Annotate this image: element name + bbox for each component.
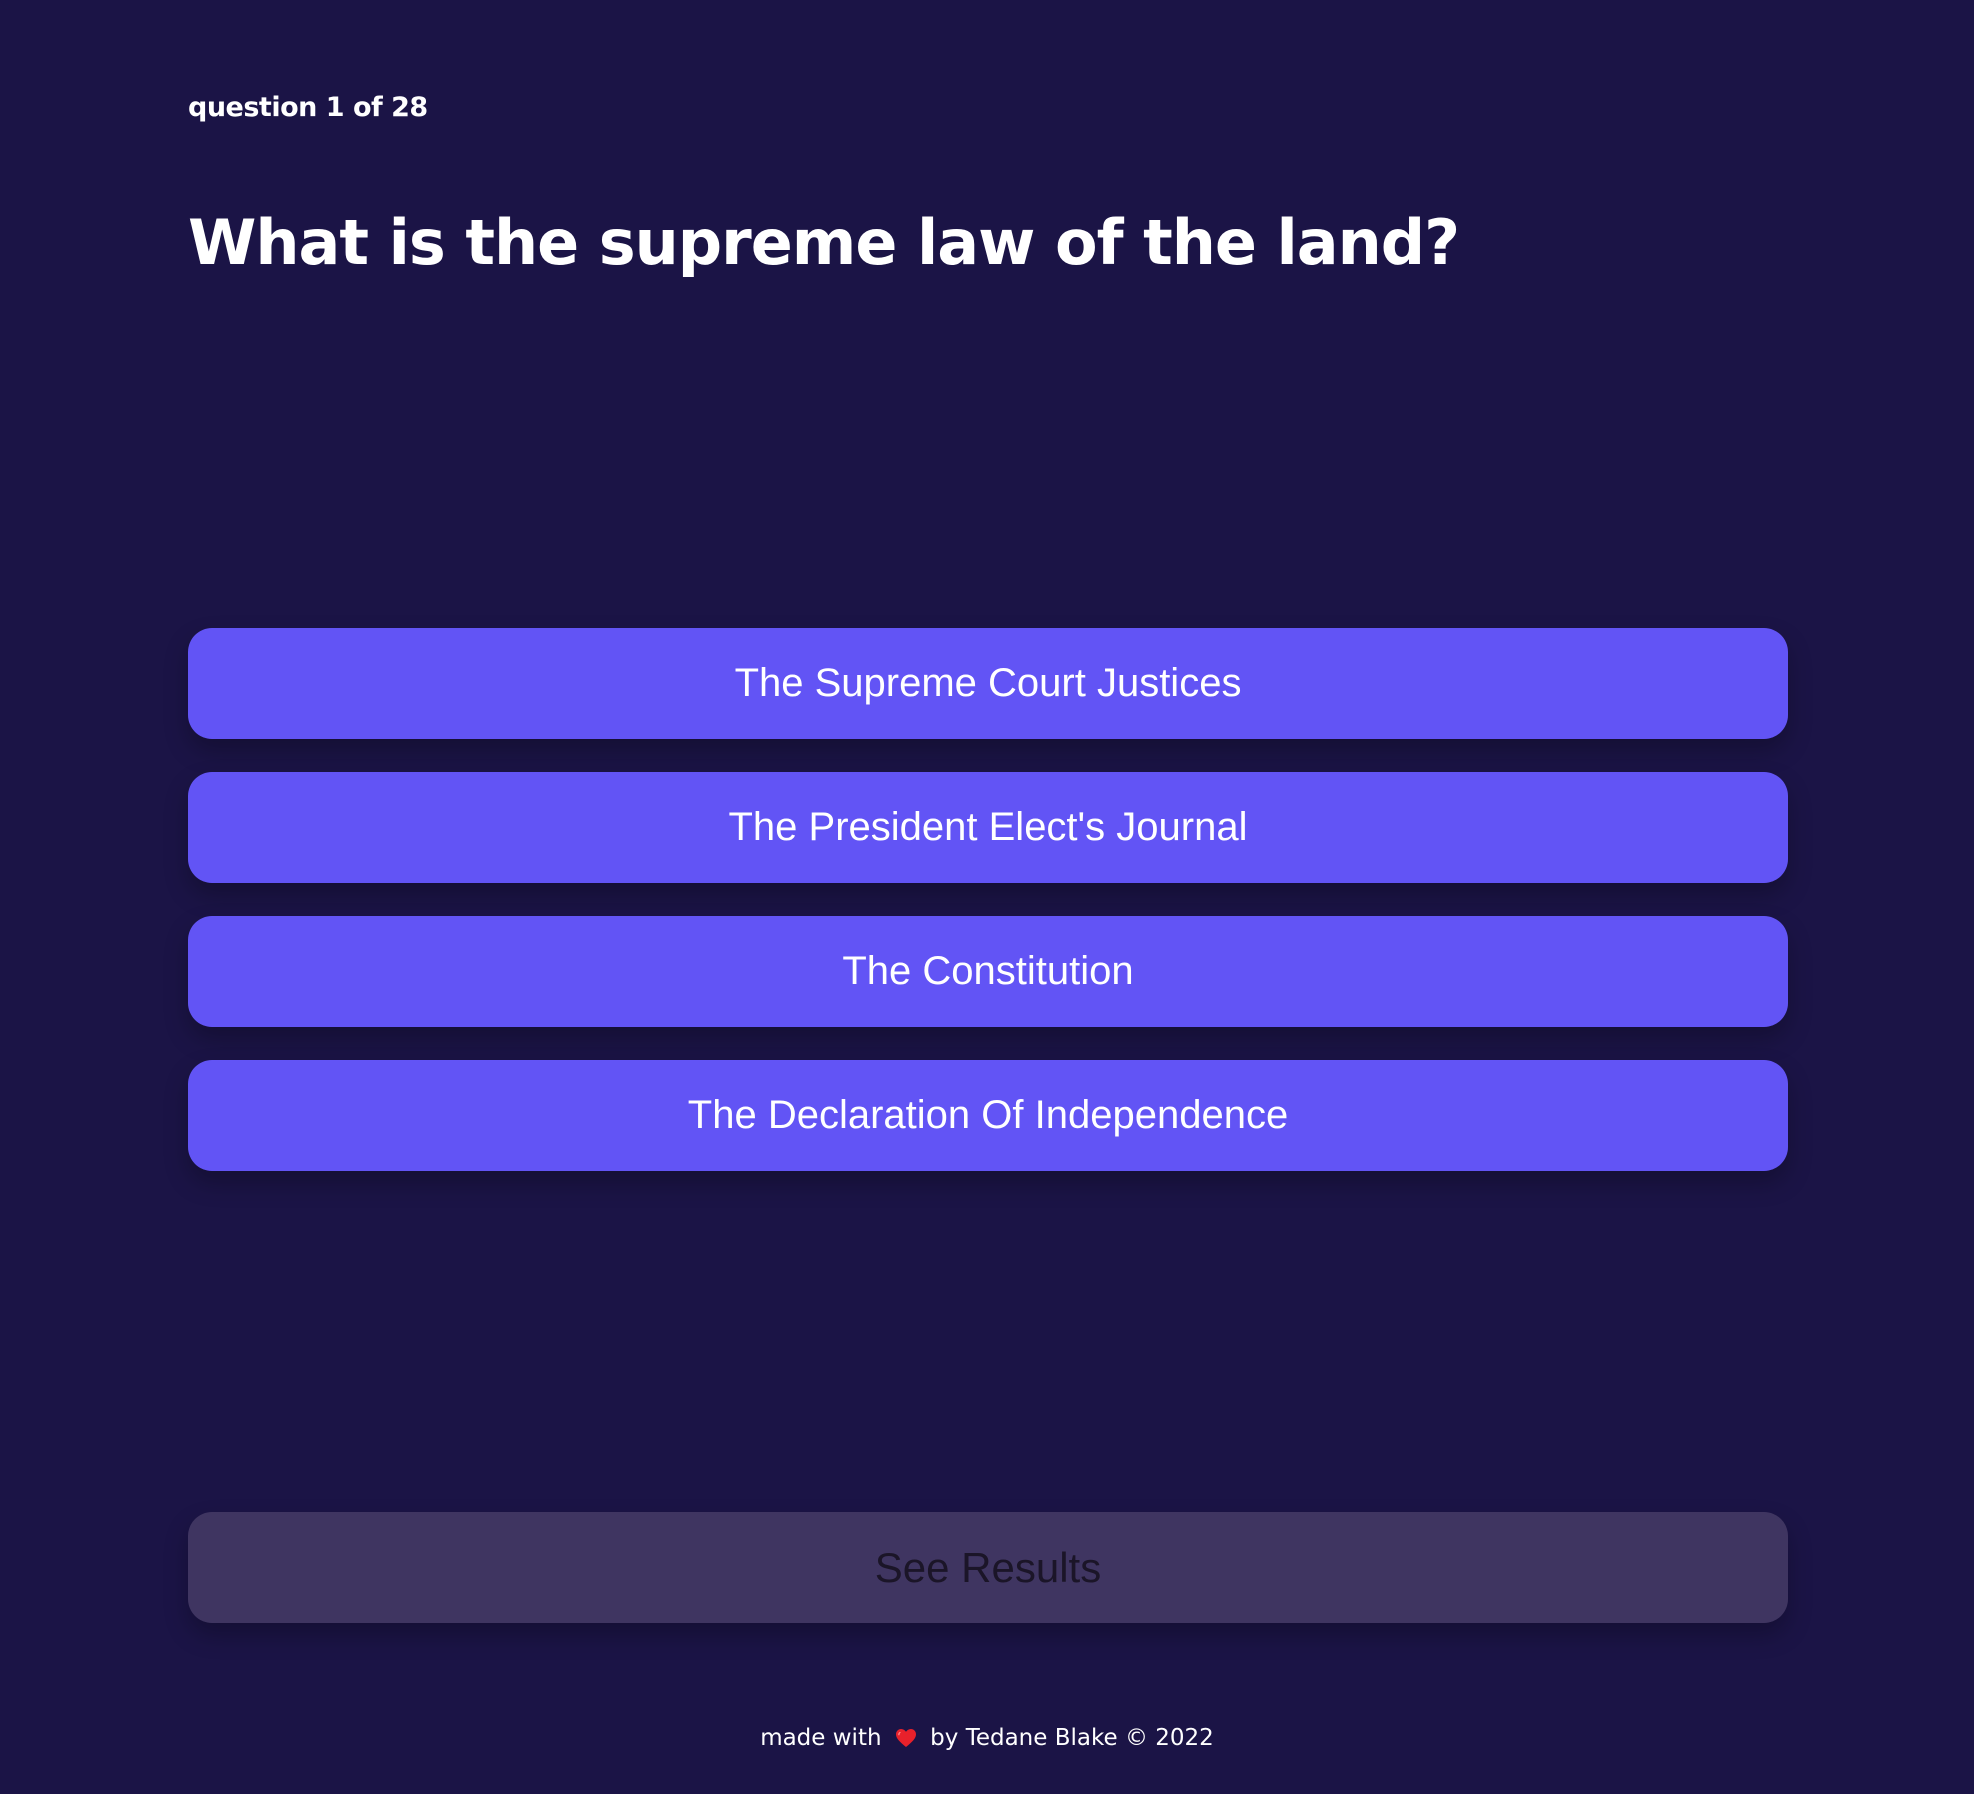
answer-option[interactable]: The Declaration Of Independence bbox=[188, 1060, 1788, 1171]
answer-option[interactable]: The President Elect's Journal bbox=[188, 772, 1788, 883]
answer-option[interactable]: The Supreme Court Justices bbox=[188, 628, 1788, 739]
answer-option[interactable]: The Constitution bbox=[188, 916, 1788, 1027]
quiz-progress: question 1 of 28 bbox=[188, 92, 428, 123]
question-title: What is the supreme law of the land? bbox=[188, 206, 1460, 279]
heart-icon bbox=[895, 1723, 917, 1747]
footer: made with by Tedane Blake © 2022 bbox=[0, 1720, 1974, 1756]
footer-prefix: made with bbox=[760, 1725, 882, 1751]
answer-list: The Supreme Court Justices The President… bbox=[188, 628, 1788, 1204]
footer-credit: by Tedane Blake © 2022 bbox=[930, 1725, 1214, 1751]
see-results-button[interactable]: See Results bbox=[188, 1512, 1788, 1623]
